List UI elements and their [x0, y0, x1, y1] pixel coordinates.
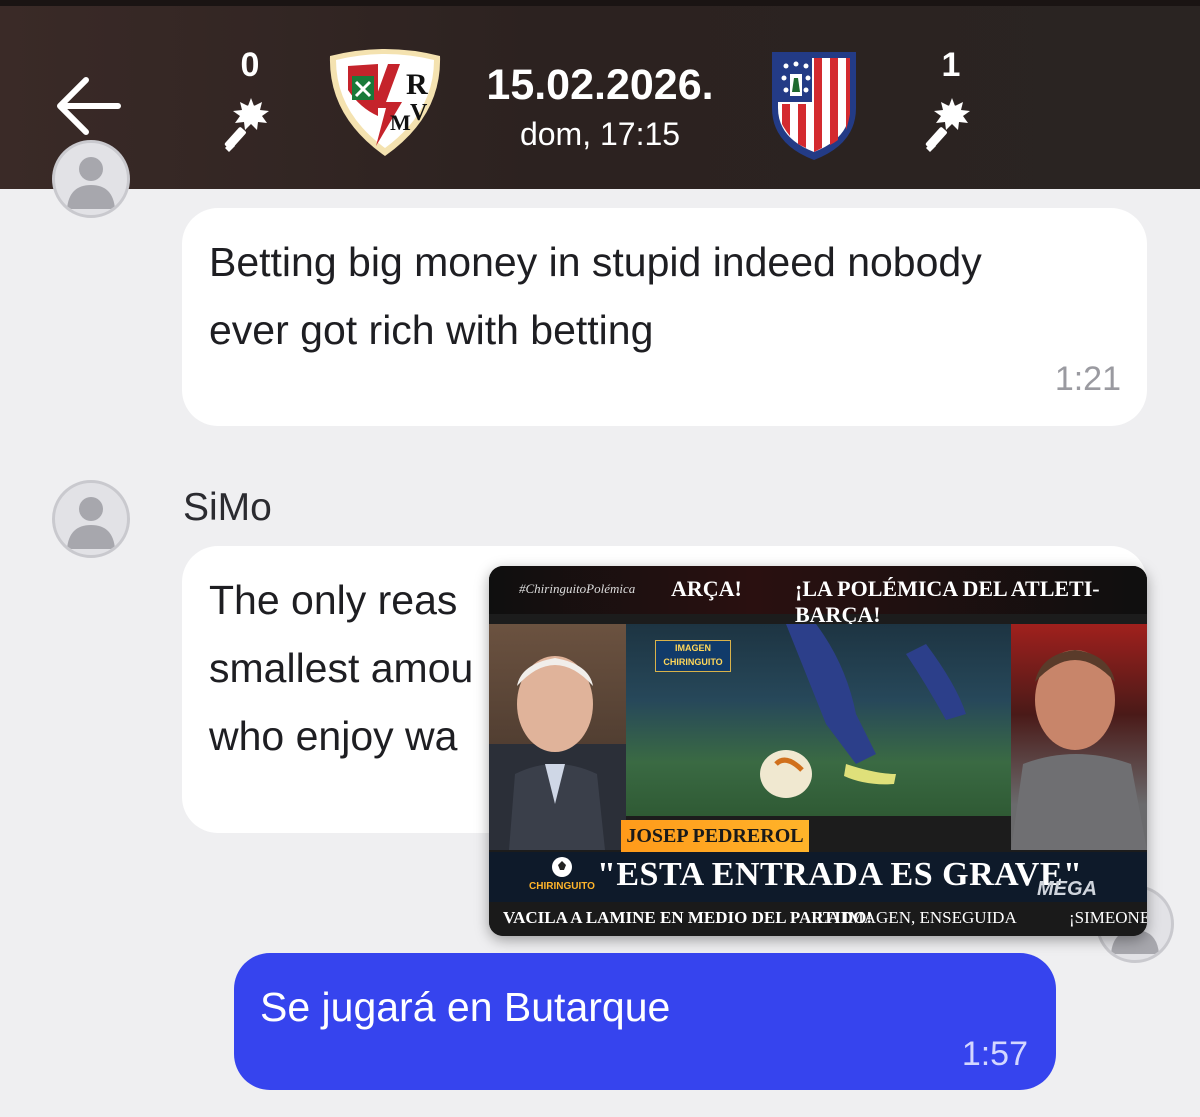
- message-bubble-outgoing[interactable]: Se jugará en Butarque 1:57: [234, 953, 1056, 1090]
- match-date: 15.02.2026.: [486, 61, 714, 109]
- message-text: The only reas smallest amou who enjoy wa: [209, 566, 473, 770]
- home-score: 0: [240, 46, 260, 84]
- video-channel-logo: MEGA: [1037, 878, 1097, 900]
- arrow-left-icon: [57, 77, 121, 135]
- message-line: who enjoy wa: [209, 713, 458, 759]
- message-line: ever got rich with betting: [209, 307, 654, 353]
- video-ticker-text: ¡SIMEONE: [1069, 908, 1147, 927]
- video-panel-right: [1011, 624, 1147, 850]
- away-score: 1: [941, 46, 961, 84]
- back-button[interactable]: [48, 68, 132, 144]
- message-bubble[interactable]: Betting big money in stupid indeed nobod…: [182, 208, 1147, 426]
- match-header: 0 R V M 15.02.2026. dom, 17:15 1: [0, 0, 1200, 189]
- video-ticker-text: ¡LA POLÉMICA DEL ATLETI-BARÇA!: [795, 576, 1100, 627]
- sender-name[interactable]: SiMo: [183, 486, 272, 530]
- chiringuito-logo: CHIRINGUITO: [527, 856, 597, 900]
- avatar[interactable]: [52, 480, 130, 558]
- video-ticker-bottom: VACILA A LAMINE EN MEDIO DEL PARTIDO! LA…: [489, 902, 1147, 936]
- logo-text: CHIRINGUITO: [529, 881, 595, 892]
- video-inset-label: IMAGEN CHIRINGUITO: [655, 640, 731, 672]
- avatar[interactable]: [52, 140, 130, 218]
- message-line: The only reas: [209, 577, 458, 623]
- message-line: Betting big money in stupid indeed nobod…: [209, 239, 982, 285]
- svg-text:M: M: [390, 110, 411, 135]
- message-text: Se jugará en Butarque: [260, 984, 671, 1030]
- video-ticker-top: #ChiringuitoPolémica ARÇA! ¡LA POLÉMICA …: [489, 566, 1147, 627]
- atletico-madrid-crest-icon: [772, 52, 856, 160]
- message-text: Betting big money in stupid indeed nobod…: [209, 228, 982, 364]
- message-time: 1:21: [1054, 360, 1121, 398]
- rayo-vallecano-crest-icon: R V M: [329, 49, 441, 156]
- svg-text:R: R: [406, 68, 428, 101]
- soccer-ball-icon: [552, 857, 572, 877]
- message-time: 1:57: [961, 1035, 1028, 1073]
- goal-ball-icon[interactable]: [217, 92, 283, 156]
- person-silhouette-icon: [489, 656, 626, 850]
- match-time: dom, 17:15: [519, 116, 681, 152]
- user-placeholder-icon: [67, 157, 115, 209]
- video-player[interactable]: #ChiringuitoPolémica ARÇA! ¡LA POLÉMICA …: [489, 566, 1147, 936]
- video-ticker-text: LA IMAGEN, ENSEGUIDA: [817, 908, 1017, 927]
- svg-text:V: V: [410, 100, 428, 126]
- video-panel-left: [489, 624, 626, 850]
- video-headline: "ESTA ENTRADA ES GRAVE": [597, 856, 1083, 893]
- message-line: smallest amou: [209, 645, 474, 691]
- person-silhouette-icon: [1011, 650, 1147, 850]
- goal-ball-icon[interactable]: [918, 92, 984, 156]
- user-placeholder-icon: [67, 497, 115, 549]
- video-ticker-text: ARÇA!: [671, 576, 742, 601]
- video-name-strip: JOSEP PEDREROL: [621, 820, 809, 852]
- video-hashtag: #ChiringuitoPolémica: [519, 581, 636, 596]
